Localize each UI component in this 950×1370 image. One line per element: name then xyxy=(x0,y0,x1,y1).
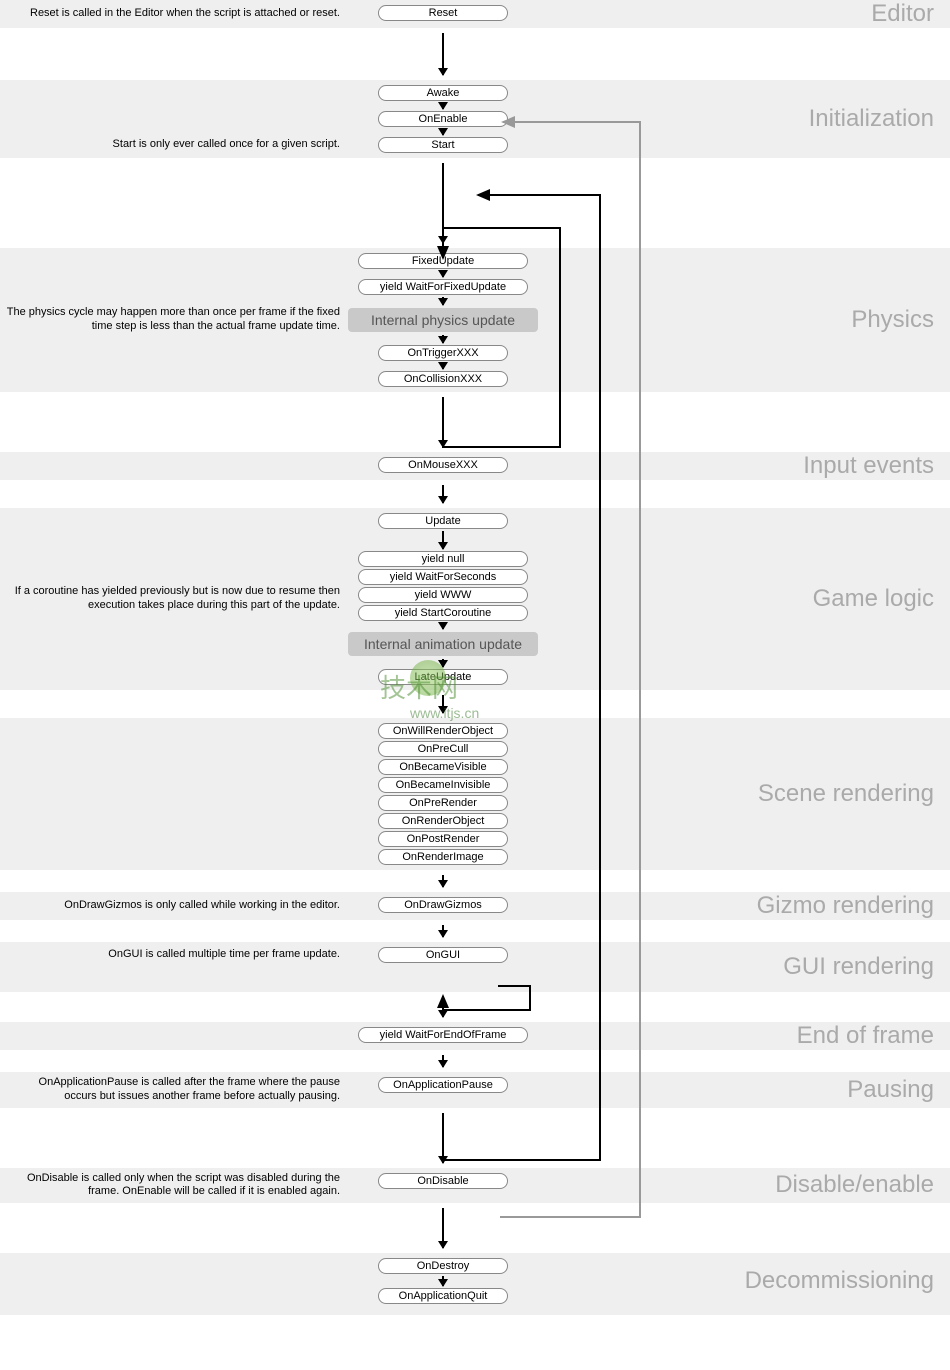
note-gui: OnGUI is called multiple time per frame … xyxy=(0,942,348,992)
arrow-down-icon xyxy=(442,695,444,713)
arrow-down-icon xyxy=(442,1055,444,1067)
gap xyxy=(0,392,950,452)
note-editor: Reset is called in the Editor when the s… xyxy=(0,0,348,28)
gap xyxy=(0,920,950,942)
node-onmouse: OnMouseXXX xyxy=(378,457,508,473)
node-ontrigger: OnTriggerXXX xyxy=(378,345,508,361)
node-awake: Awake xyxy=(378,85,508,101)
section-input: OnMouseXXX Input events xyxy=(0,452,950,480)
note-gamelogic: If a coroutine has yielded previously bu… xyxy=(0,508,348,690)
node-yield-www: yield WWW xyxy=(358,587,528,603)
internal-physics: Internal physics update xyxy=(348,308,538,332)
arrow-down-icon xyxy=(442,397,444,447)
node-onrenderimage: OnRenderImage xyxy=(378,849,508,865)
arrow-down-icon xyxy=(442,1208,444,1248)
title-physics: Physics xyxy=(851,306,934,334)
node-onrenderobject: OnRenderObject xyxy=(378,813,508,829)
node-onwillrenderobject: OnWillRenderObject xyxy=(378,723,508,739)
title-init: Initialization xyxy=(809,105,934,133)
section-physics: The physics cycle may happen more than o… xyxy=(0,248,950,392)
arrow-down-icon xyxy=(442,997,444,1017)
title-disable: Disable/enable xyxy=(775,1171,934,1199)
node-oncollision: OnCollisionXXX xyxy=(378,371,508,387)
arrow-down-icon xyxy=(442,875,444,887)
section-gizmo: OnDrawGizmos is only called while workin… xyxy=(0,892,950,920)
gap xyxy=(0,992,950,1022)
arrow-down-icon xyxy=(442,1113,444,1163)
gap xyxy=(0,480,950,508)
internal-animation: Internal animation update xyxy=(348,632,538,656)
arrow-down-icon xyxy=(442,1276,444,1286)
title-gui: GUI rendering xyxy=(783,953,934,981)
section-scene: OnWillRenderObject OnPreCull OnBecameVis… xyxy=(0,718,950,870)
title-input: Input events xyxy=(803,452,934,480)
node-update: Update xyxy=(378,513,508,529)
arrow-down-icon xyxy=(442,485,444,503)
section-endframe: yield WaitForEndOfFrame End of frame xyxy=(0,1022,950,1050)
gap xyxy=(0,1050,950,1072)
node-onprerender: OnPreRender xyxy=(378,795,508,811)
arrow-down-icon xyxy=(442,129,444,135)
note-init: Start is only ever called once for a giv… xyxy=(0,80,348,158)
title-gizmo: Gizmo rendering xyxy=(757,892,934,920)
title-scene: Scene rendering xyxy=(758,780,934,808)
node-yield-fixedupdate: yield WaitForFixedUpdate xyxy=(358,279,528,295)
note-gizmo: OnDrawGizmos is only called while workin… xyxy=(0,892,348,920)
node-onbecameinvisible: OnBecameInvisible xyxy=(378,777,508,793)
node-onapplicationpause: OnApplicationPause xyxy=(378,1077,508,1093)
node-yield-null: yield null xyxy=(358,551,528,567)
title-pausing: Pausing xyxy=(847,1076,934,1104)
section-initialization: Start is only ever called once for a giv… xyxy=(0,80,950,158)
arrow-down-icon xyxy=(442,103,444,109)
node-onprecull: OnPreCull xyxy=(378,741,508,757)
title-endframe: End of frame xyxy=(797,1022,934,1050)
node-yield-startcoroutine: yield StartCoroutine xyxy=(358,605,528,621)
node-fixedupdate: FixedUpdate xyxy=(358,253,528,269)
arrow-down-icon xyxy=(442,531,444,549)
arrow-down-icon xyxy=(442,623,444,629)
arrow-down-icon xyxy=(442,297,444,305)
node-ondrawgizmos: OnDrawGizmos xyxy=(378,897,508,913)
gap xyxy=(0,690,950,718)
section-gui: OnGUI is called multiple time per frame … xyxy=(0,942,950,992)
note-pausing: OnApplicationPause is called after the f… xyxy=(0,1072,348,1108)
node-start: Start xyxy=(378,137,508,153)
node-yield-waitforseconds: yield WaitForSeconds xyxy=(358,569,528,585)
node-reset: Reset xyxy=(378,5,508,21)
node-yield-endofframe: yield WaitForEndOfFrame xyxy=(358,1027,528,1043)
node-onpostrender: OnPostRender xyxy=(378,831,508,847)
arrow-down-icon xyxy=(442,363,444,369)
title-decommission: Decommissioning xyxy=(745,1267,934,1295)
title-editor: Editor xyxy=(871,0,934,28)
title-gamelogic: Game logic xyxy=(813,585,934,613)
editor-nodes: Reset xyxy=(348,0,538,28)
node-lateupdate: LateUpdate xyxy=(378,669,508,685)
section-pausing: OnApplicationPause is called after the f… xyxy=(0,1072,950,1108)
gap xyxy=(0,870,950,892)
arrow-down-icon xyxy=(442,335,444,343)
section-disable: OnDisable is called only when the script… xyxy=(0,1168,950,1204)
note-physics: The physics cycle may happen more than o… xyxy=(0,248,348,392)
node-onbecamevisible: OnBecameVisible xyxy=(378,759,508,775)
gap xyxy=(0,158,950,248)
node-ondisable: OnDisable xyxy=(378,1173,508,1189)
node-ongui: OnGUI xyxy=(378,947,508,963)
arrow-down-icon xyxy=(442,925,444,937)
section-decommission: OnDestroy OnApplicationQuit Decommission… xyxy=(0,1253,950,1315)
arrow-down-icon xyxy=(442,33,444,75)
node-onenable: OnEnable xyxy=(378,111,508,127)
arrow-down-icon xyxy=(442,271,444,277)
arrow-down-icon xyxy=(442,659,444,667)
section-gamelogic: If a coroutine has yielded previously bu… xyxy=(0,508,950,690)
gap xyxy=(0,28,950,80)
node-ondestroy: OnDestroy xyxy=(378,1258,508,1274)
node-onapplicationquit: OnApplicationQuit xyxy=(378,1288,508,1304)
gap xyxy=(0,1108,950,1168)
section-editor: Reset is called in the Editor when the s… xyxy=(0,0,950,28)
gap xyxy=(0,1203,950,1253)
note-disable: OnDisable is called only when the script… xyxy=(0,1168,348,1204)
arrow-down-icon xyxy=(442,163,444,243)
